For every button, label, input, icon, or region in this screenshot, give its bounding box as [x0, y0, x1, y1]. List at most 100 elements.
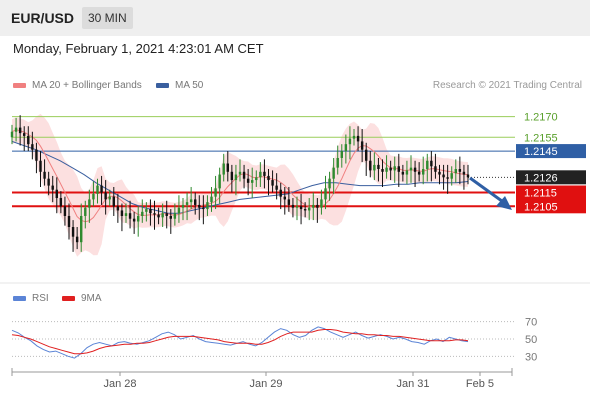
candle-body [222, 163, 225, 175]
candle-body [96, 185, 99, 194]
candle-body [466, 174, 470, 178]
candle-body [100, 185, 103, 193]
candle-body [348, 138, 352, 145]
rsi-tick-50: 50 [525, 334, 537, 346]
candle-body [173, 213, 177, 219]
candle-body [283, 196, 286, 200]
x-tick-label-Jan-31: Jan 31 [396, 378, 429, 390]
candle-body [299, 206, 303, 210]
candle-body [141, 211, 144, 216]
candle-body [92, 193, 95, 200]
candle-body [124, 213, 128, 216]
candle-body [377, 164, 380, 170]
price-chart[interactable]: 1.2170 1.2155 1.2145 1.2126 1.21151.2105 70 50… [0, 0, 590, 400]
candle-body [438, 171, 441, 175]
candle-body [104, 192, 107, 200]
candle-body [271, 180, 274, 186]
x-tick-label-Jan-29: Jan 29 [249, 378, 282, 390]
forecast-arrow [469, 176, 507, 206]
candle-body [63, 206, 67, 216]
candle-body [169, 215, 172, 219]
candle-body [145, 209, 148, 212]
candle-body [226, 163, 229, 172]
candle-body [153, 213, 156, 215]
candle-body [55, 189, 58, 199]
candle-body [185, 202, 189, 205]
candle-body [242, 171, 246, 179]
candle-body [295, 206, 299, 208]
candle-body [422, 169, 425, 175]
candle-body [373, 164, 376, 171]
candle-body [336, 157, 339, 168]
candle-body [287, 199, 291, 205]
candle-body [43, 171, 46, 179]
candle-body [263, 171, 266, 176]
candle-body [389, 167, 392, 171]
level-label-1.2105: 1.2105 [524, 201, 558, 213]
level-label-1.2155: 1.2155 [524, 132, 558, 144]
candle-body [340, 151, 343, 158]
candle-body [308, 207, 311, 211]
candle-body [202, 207, 205, 210]
candle-body [320, 199, 323, 208]
candle-body [10, 131, 14, 138]
candle-body [434, 166, 437, 172]
rsi-series-9MA [11, 329, 469, 355]
candle-body [14, 127, 18, 132]
candle-body [352, 135, 356, 139]
candle-body [462, 171, 466, 175]
level-label-1.2115: 1.2115 [524, 188, 557, 200]
candle-body [198, 204, 201, 208]
candle-body [206, 202, 209, 210]
candle-body [409, 167, 413, 171]
candle-body [161, 213, 164, 218]
candle-body [67, 215, 71, 228]
candle-body [177, 207, 181, 214]
candle-body [39, 160, 42, 172]
candle-body [426, 160, 429, 170]
candle-body [356, 135, 360, 142]
candle-body [291, 204, 295, 208]
candle-body [454, 169, 457, 174]
candle-body [23, 133, 26, 136]
candle-body [116, 206, 120, 211]
candle-body [128, 213, 132, 219]
candle-body [385, 167, 388, 172]
candle-body [259, 171, 262, 178]
level-label-1.2126: 1.2126 [524, 172, 558, 184]
candle-body [401, 171, 405, 175]
candle-body [218, 174, 221, 189]
candle-body [251, 180, 254, 183]
candle-body [230, 171, 234, 181]
candle-body [47, 178, 50, 186]
level-label-1.2170: 1.2170 [524, 112, 558, 124]
candle-body [312, 204, 315, 208]
candle-body [369, 160, 372, 171]
x-tick-label-Jan-28: Jan 28 [103, 378, 136, 390]
candle-body [157, 214, 160, 218]
candle-body [194, 199, 197, 205]
candle-body [75, 236, 79, 243]
candle-body [132, 218, 136, 222]
candle-body [31, 144, 34, 150]
candle-body [80, 215, 83, 243]
candle-body [108, 196, 111, 200]
candle-body [214, 188, 217, 197]
candle-body [137, 215, 140, 222]
x-tick-label-Feb-5: Feb 5 [466, 378, 494, 390]
candle-body [238, 171, 242, 175]
candle-body [275, 185, 278, 190]
candle-body [59, 198, 63, 207]
candle-body [446, 177, 449, 179]
candle-body [210, 196, 213, 203]
candle-body [267, 175, 270, 181]
candle-body [51, 185, 54, 190]
candle-body [246, 178, 250, 183]
candle-body [393, 166, 396, 171]
candle-body [120, 210, 124, 216]
candle-body [71, 227, 75, 237]
candle-body [360, 141, 364, 150]
candle-body [27, 135, 30, 145]
candle-body [255, 177, 258, 181]
candle-body [279, 189, 282, 197]
